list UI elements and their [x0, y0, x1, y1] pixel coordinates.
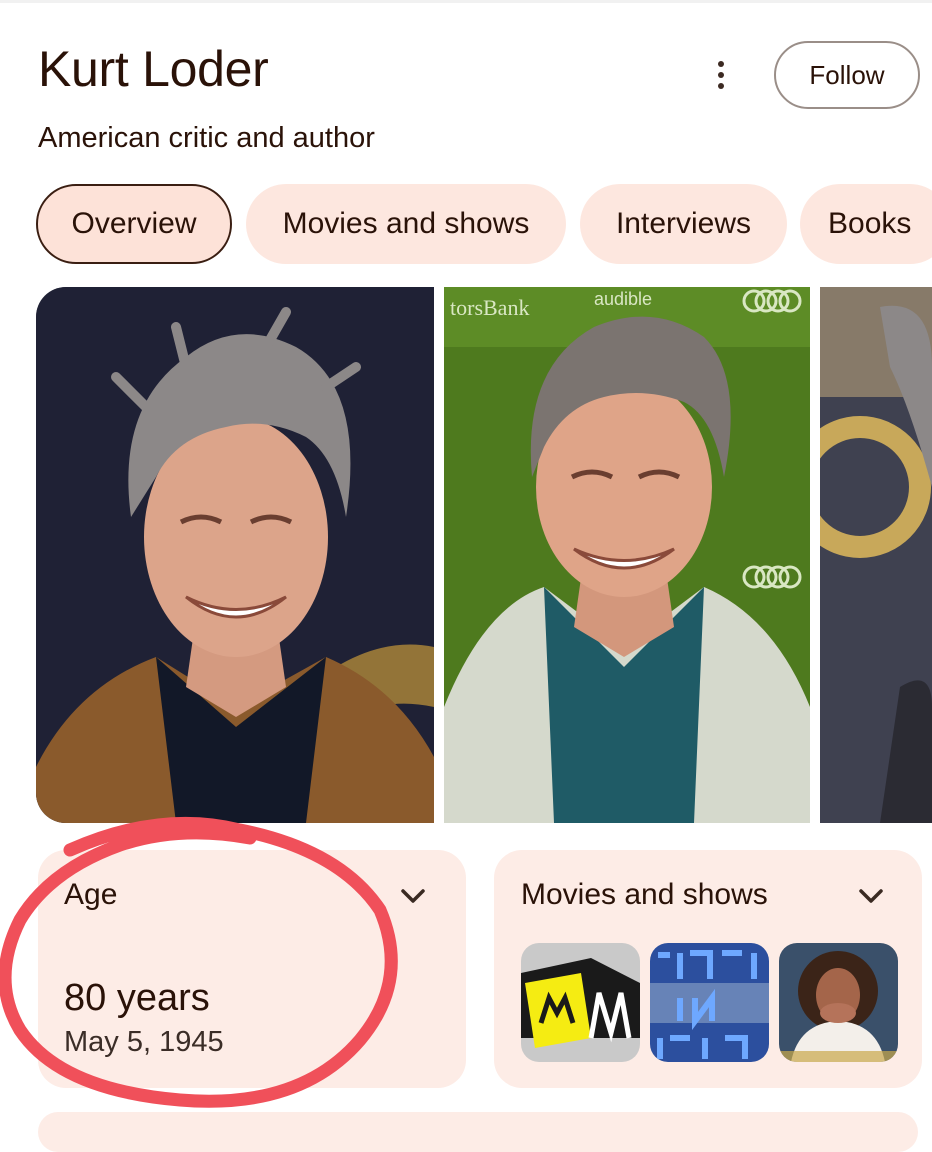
photo-2[interactable]: torsBank audible: [444, 287, 810, 823]
age-card-title: Age: [64, 878, 118, 911]
follow-button[interactable]: Follow: [774, 41, 920, 109]
entity-title: Kurt Loder: [38, 41, 269, 97]
entity-subtitle: American critic and author: [38, 122, 375, 154]
svg-text:audible: audible: [594, 289, 652, 309]
tab-interviews[interactable]: Interviews: [580, 184, 787, 264]
tab-overview[interactable]: Overview: [36, 184, 232, 264]
chevron-down-icon[interactable]: [856, 881, 886, 911]
photo-carousel[interactable]: torsBank audible: [0, 287, 932, 823]
thumbnail-week-in-rock[interactable]: [650, 943, 769, 1062]
thumbnail-talk-show[interactable]: [779, 943, 898, 1062]
tab-bar: Overview Movies and shows Interviews Boo…: [0, 184, 932, 266]
age-value: 80 years: [64, 977, 210, 1019]
photo-3[interactable]: [820, 287, 932, 823]
thumbnail-mtv-news[interactable]: [521, 943, 640, 1062]
tab-movies-and-shows[interactable]: Movies and shows: [246, 184, 566, 264]
top-divider: [0, 0, 932, 3]
svg-text:torsBank: torsBank: [450, 295, 529, 320]
movies-card-title: Movies and shows: [521, 878, 768, 911]
birth-date: May 5, 1945: [64, 1026, 224, 1058]
tab-books[interactable]: Books: [800, 184, 932, 264]
more-options-icon[interactable]: [700, 54, 742, 96]
chevron-down-icon[interactable]: [398, 881, 428, 911]
next-card[interactable]: [38, 1112, 918, 1152]
photo-1[interactable]: [36, 287, 434, 823]
